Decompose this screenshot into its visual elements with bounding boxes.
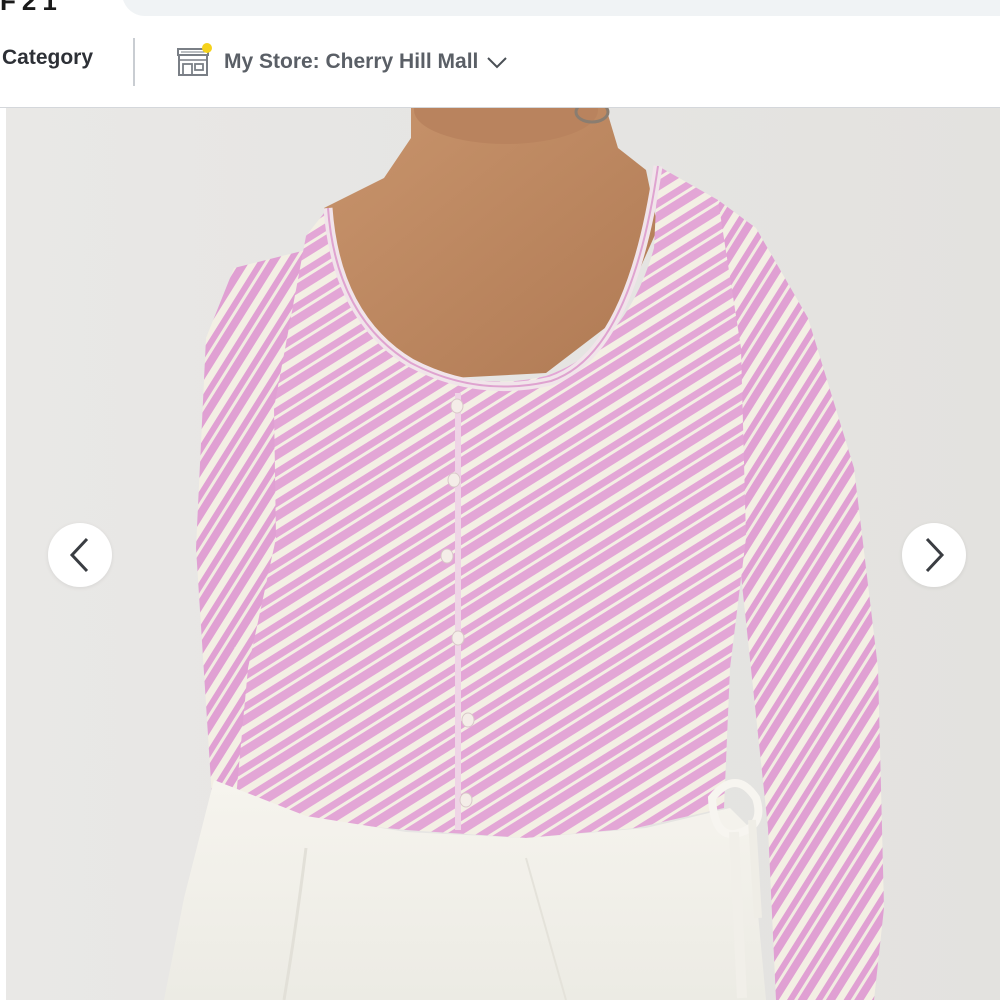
top-navigation-bar: F21 Category My Store: Cherry Hill Mall xyxy=(0,0,1000,108)
chevron-left-icon xyxy=(69,537,89,573)
search-input[interactable] xyxy=(122,0,1000,16)
store-icon xyxy=(176,43,212,78)
category-button[interactable]: Category xyxy=(2,46,93,70)
header-divider xyxy=(133,38,135,86)
chevron-down-icon xyxy=(487,57,508,69)
brand-logo[interactable]: F21 xyxy=(0,0,63,17)
store-label: My Store: Cherry Hill Mall xyxy=(224,50,479,73)
product-image-carousel[interactable] xyxy=(6,108,1000,1000)
chevron-right-icon xyxy=(925,537,945,573)
product-image xyxy=(164,108,884,1000)
next-image-button[interactable] xyxy=(902,523,966,587)
previous-image-button[interactable] xyxy=(48,523,112,587)
store-selector-button[interactable]: My Store: Cherry Hill Mall xyxy=(176,42,508,82)
store-status-dot xyxy=(202,43,212,53)
product-page: F21 Category My Store: Cherry Hill Mall xyxy=(0,0,1000,1000)
